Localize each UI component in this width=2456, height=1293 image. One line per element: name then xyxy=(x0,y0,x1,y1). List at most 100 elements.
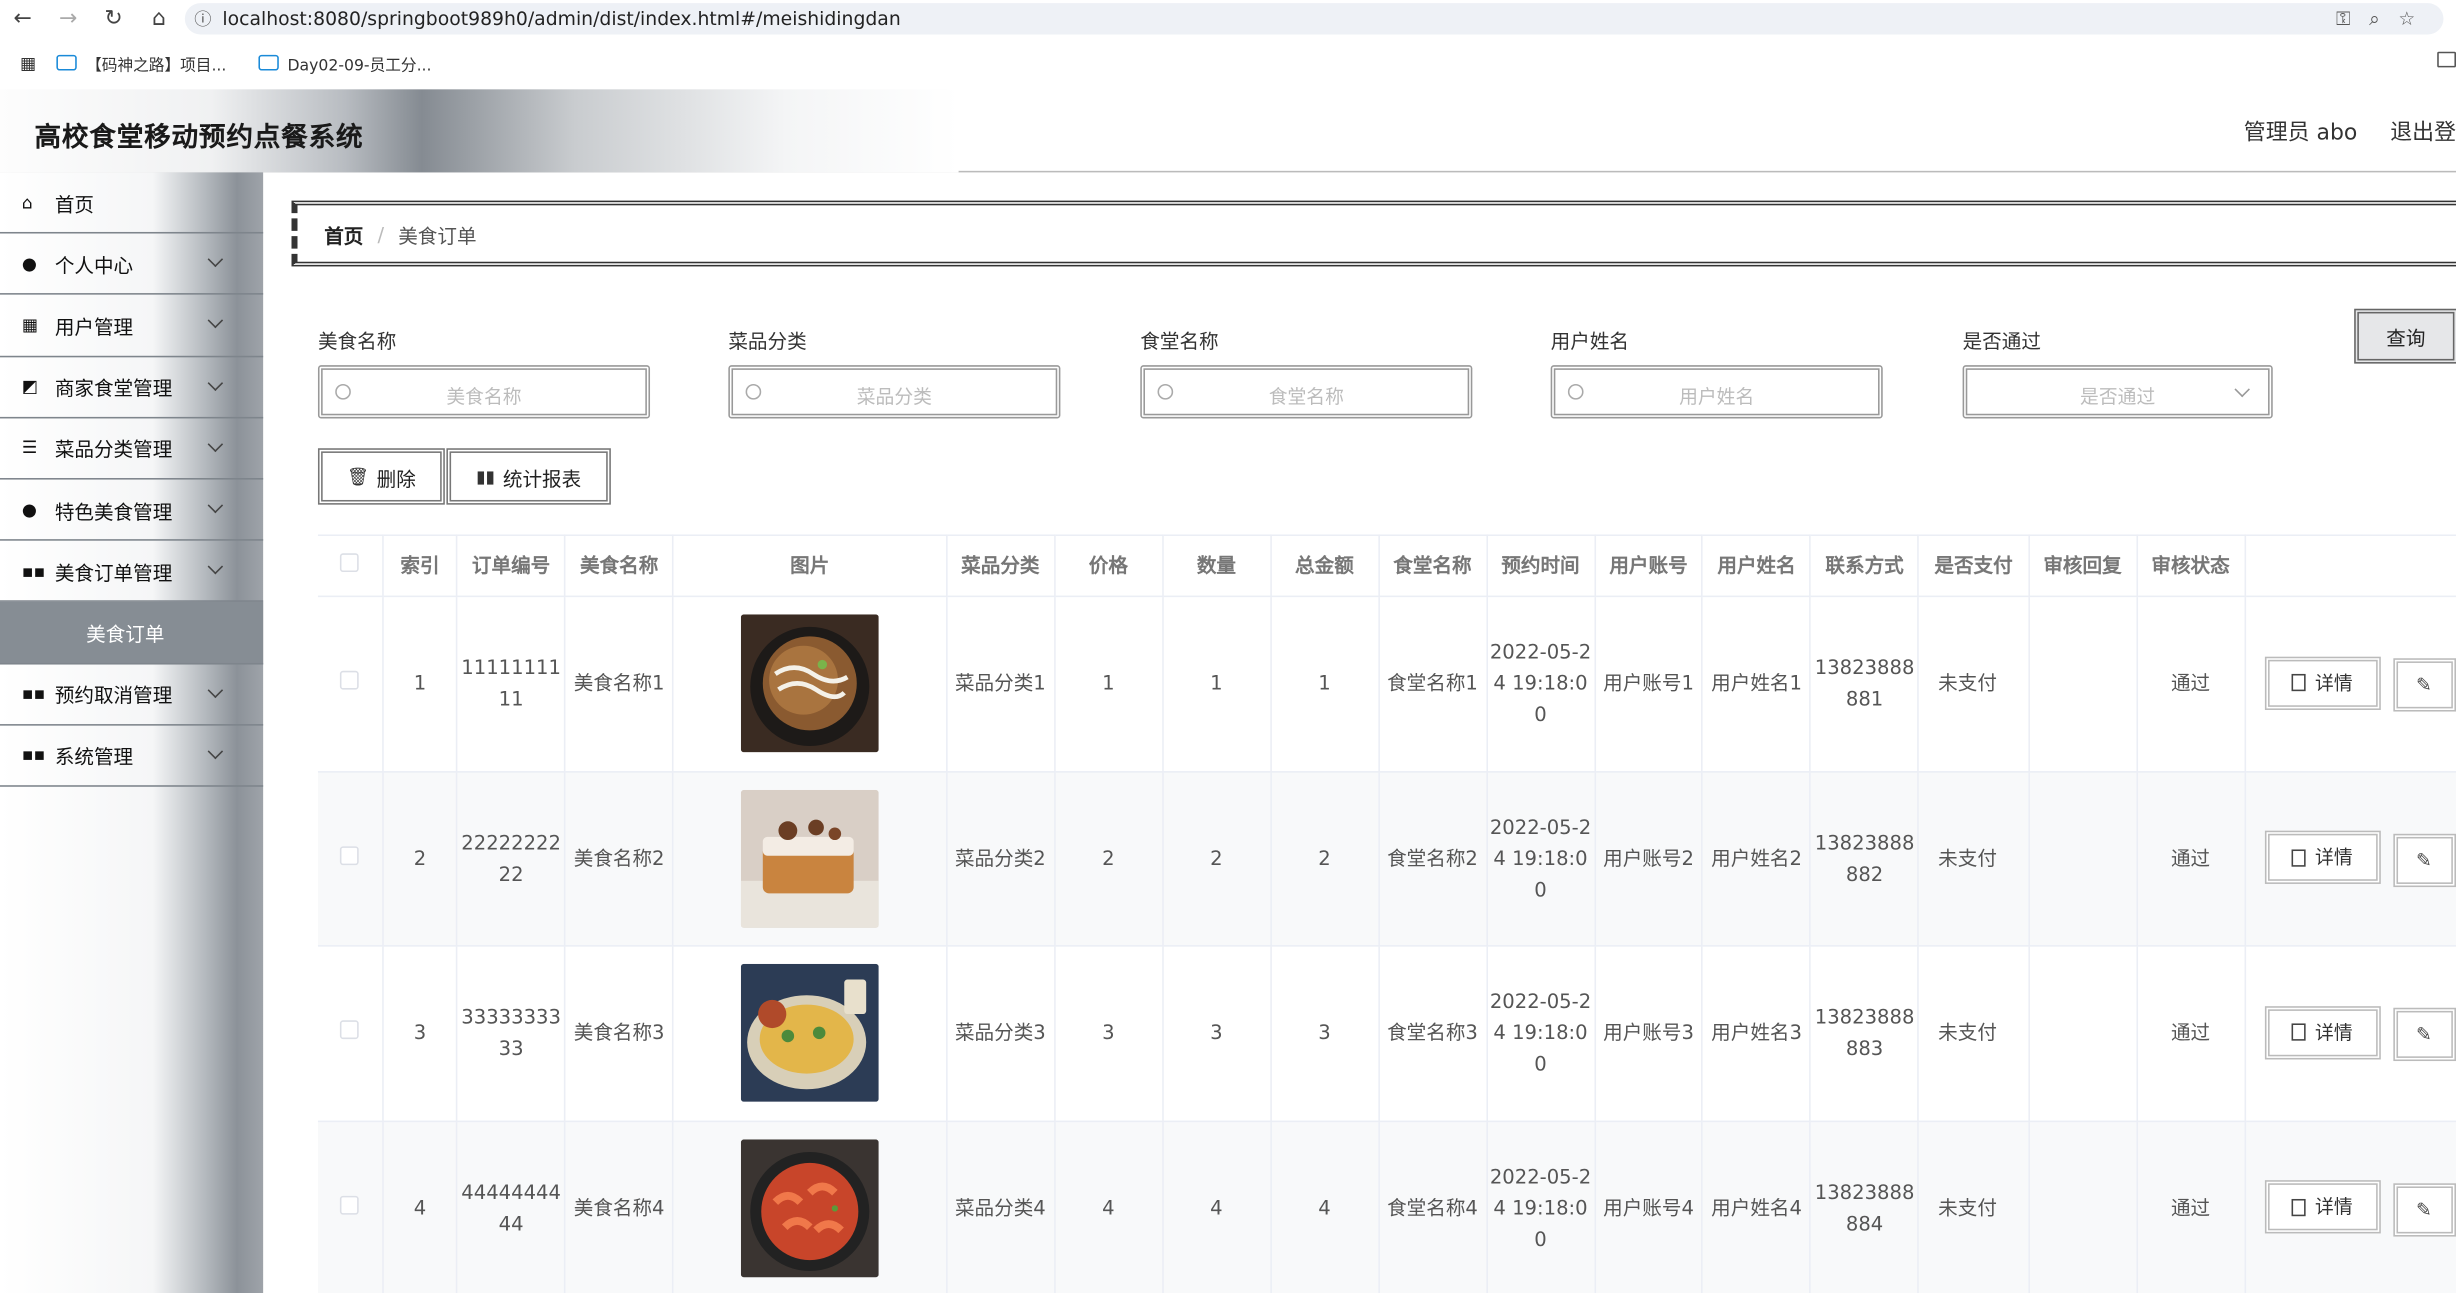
grid-icon: ▦ xyxy=(21,314,39,336)
cell-time: 2022-05-24 19:18:00 xyxy=(1486,771,1596,947)
detail-button[interactable]: 详情 xyxy=(2264,1005,2381,1059)
bar-chart-icon: ▮▮ xyxy=(476,466,496,487)
cell-phone: 13823888882 xyxy=(1810,771,1920,947)
pencil-icon: ✎ xyxy=(2416,673,2432,696)
sidebar-item-food-order-management[interactable]: ▪▪ 美食订单管理 xyxy=(0,541,264,603)
reload-icon[interactable]: ↻ xyxy=(91,6,136,31)
sidebar-item-cancel-management[interactable]: ▪▪ 预约取消管理 xyxy=(0,664,264,726)
column-header: 审核回复 xyxy=(2028,534,2138,598)
logout-link[interactable]: 退出登 xyxy=(2390,116,2456,147)
cell-status: 通过 xyxy=(2136,596,2246,772)
cell-order-no: 4444444444 xyxy=(457,1120,566,1293)
app-title: 高校食堂移动预约点餐系统 xyxy=(34,122,364,154)
chevron-down-icon xyxy=(207,374,224,391)
food-name-input[interactable]: 美食名称 xyxy=(317,365,651,419)
detail-button[interactable]: 详情 xyxy=(2264,1180,2381,1234)
bookmark-item[interactable]: Day02-09-员工分... xyxy=(257,51,432,74)
cell-account: 用户账号3 xyxy=(1594,945,1704,1122)
sidebar-item-category-management[interactable]: ☰ 菜品分类管理 xyxy=(0,418,264,480)
bookmark-star-icon[interactable]: ☆ xyxy=(2398,8,2415,32)
edit-button[interactable]: ✎ xyxy=(2392,658,2456,712)
select-all-checkbox-cell xyxy=(317,534,384,598)
password-key-icon[interactable]: ⚿ xyxy=(2336,8,2350,32)
cell-food-name: 美食名称2 xyxy=(565,771,674,947)
column-header: 美食名称 xyxy=(565,534,674,598)
pencil-icon: ✎ xyxy=(2416,1198,2432,1221)
cell-category: 菜品分类4 xyxy=(946,1120,1056,1293)
canteen-input[interactable]: 食堂名称 xyxy=(1140,365,1473,419)
column-header: 图片 xyxy=(673,534,948,598)
detail-button[interactable]: 详情 xyxy=(2264,830,2381,884)
sidebar-item-system-management[interactable]: ▪▪ 系统管理 xyxy=(0,725,264,787)
cell-actions: 详情 ✎ xyxy=(2244,596,2456,772)
bookmark-item[interactable]: 【码神之路】项目... xyxy=(56,51,226,74)
forward-icon[interactable]: → xyxy=(45,6,90,31)
filter-label-approved: 是否通过 xyxy=(1962,329,2041,353)
sidebar-menu: ⌂ 首页 ● 个人中心 ▦ 用户管理 ◩ 商家食堂管理 ☰ 菜品分类管理 ● 特… xyxy=(0,172,264,1293)
url-text[interactable]: localhost:8080/springboot989h0/admin/dis… xyxy=(222,8,900,30)
cell-paid: 未支付 xyxy=(1918,1120,2030,1293)
back-icon[interactable]: ← xyxy=(0,6,45,31)
cell-qty: 2 xyxy=(1162,771,1272,947)
category-input[interactable]: 菜品分类 xyxy=(728,365,1061,419)
cell-reply xyxy=(2028,1120,2138,1293)
chevron-down-icon xyxy=(207,251,224,268)
delete-button[interactable]: 🗑 删除 xyxy=(317,448,445,505)
edit-button[interactable]: ✎ xyxy=(2392,1182,2456,1236)
site-info-icon[interactable]: ⓘ xyxy=(194,6,222,31)
filter-label-username: 用户姓名 xyxy=(1550,329,1630,353)
query-button[interactable]: 查询 xyxy=(2354,308,2456,364)
row-checkbox[interactable] xyxy=(340,845,360,865)
home-icon: ⌂ xyxy=(21,192,33,213)
address-bar[interactable]: ⓘ localhost:8080/springboot989h0/admin/d… xyxy=(184,3,2444,35)
food-image xyxy=(740,614,879,753)
column-header: 食堂名称 xyxy=(1378,534,1488,598)
edit-button[interactable]: ✎ xyxy=(2392,1007,2456,1062)
sidebar-item-user-management[interactable]: ▦ 用户管理 xyxy=(0,295,264,357)
sidebar-subitem-food-order[interactable]: 美食订单 xyxy=(0,602,264,664)
bookmarks-bar: ▦ 【码神之路】项目... Day02-09-员工分... xyxy=(0,45,2456,79)
approved-select[interactable]: 是否通过 xyxy=(1962,365,2273,419)
cell-username: 用户姓名1 xyxy=(1702,596,1812,772)
cell-reply xyxy=(2028,596,2138,772)
orders-table: 索引 订单编号 美食名称 图片 菜品分类 价格 数量 总金额 食堂名称 预约时间… xyxy=(317,534,2456,1293)
sidebar-item-personal-center[interactable]: ● 个人中心 xyxy=(0,234,264,296)
zoom-icon[interactable]: ⌕ xyxy=(2369,8,2380,32)
cell-actions: 详情 ✎ xyxy=(2244,945,2456,1122)
breadcrumb-home[interactable]: 首页 xyxy=(324,219,363,249)
cell-category: 菜品分类1 xyxy=(946,596,1056,772)
report-button[interactable]: ▮▮ 统计报表 xyxy=(446,448,611,505)
cell-image xyxy=(673,1120,948,1293)
apps-grid-icon[interactable]: ▦ xyxy=(0,53,56,73)
row-checkbox[interactable] xyxy=(340,1195,360,1215)
row-checkbox[interactable] xyxy=(340,1020,360,1040)
chevron-down-icon xyxy=(207,743,224,759)
cell-index: 2 xyxy=(382,771,458,947)
cell-username: 用户姓名4 xyxy=(1702,1120,1812,1293)
edit-button[interactable]: ✎ xyxy=(2392,833,2456,887)
sidebar-item-home[interactable]: ⌂ 首页 xyxy=(0,172,264,234)
row-checkbox[interactable] xyxy=(340,671,360,690)
sidebar-item-specialty-food[interactable]: ● 特色美食管理 xyxy=(0,479,264,541)
table-row: 4 4444444444 美食名称4 菜品分类4 4 4 4 食堂名称4 202… xyxy=(317,1120,2456,1293)
cell-category: 菜品分类3 xyxy=(946,945,1056,1122)
select-all-checkbox[interactable] xyxy=(340,553,360,573)
breadcrumb: 首页 / 美食订单 xyxy=(291,200,2456,267)
trash-icon: 🗑 xyxy=(346,466,369,487)
table-header-row: 索引 订单编号 美食名称 图片 菜品分类 价格 数量 总金额 食堂名称 预约时间… xyxy=(317,534,2456,598)
cell-actions: 详情 ✎ xyxy=(2244,1120,2456,1293)
cell-account: 用户账号1 xyxy=(1594,596,1704,772)
cell-username: 用户姓名3 xyxy=(1702,945,1812,1122)
username-input[interactable]: 用户姓名 xyxy=(1550,365,1883,419)
column-header: 用户姓名 xyxy=(1702,534,1812,598)
table-row: 3 3333333333 美食名称3 菜品分类3 3 3 3 食堂名称3 202… xyxy=(317,945,2456,1122)
cell-status: 通过 xyxy=(2136,1120,2246,1293)
column-header: 价格 xyxy=(1054,534,1164,598)
cell-index: 3 xyxy=(382,945,458,1122)
home-icon[interactable]: ⌂ xyxy=(136,6,181,31)
table-row: 2 2222222222 美食名称2 菜品分类2 2 2 2 食堂名称2 202… xyxy=(317,771,2456,947)
folder-icon[interactable] xyxy=(2437,51,2456,68)
detail-button[interactable]: 详情 xyxy=(2264,655,2381,710)
sidebar-item-canteen-management[interactable]: ◩ 商家食堂管理 xyxy=(0,357,264,419)
cell-phone: 13823888883 xyxy=(1810,945,1920,1122)
